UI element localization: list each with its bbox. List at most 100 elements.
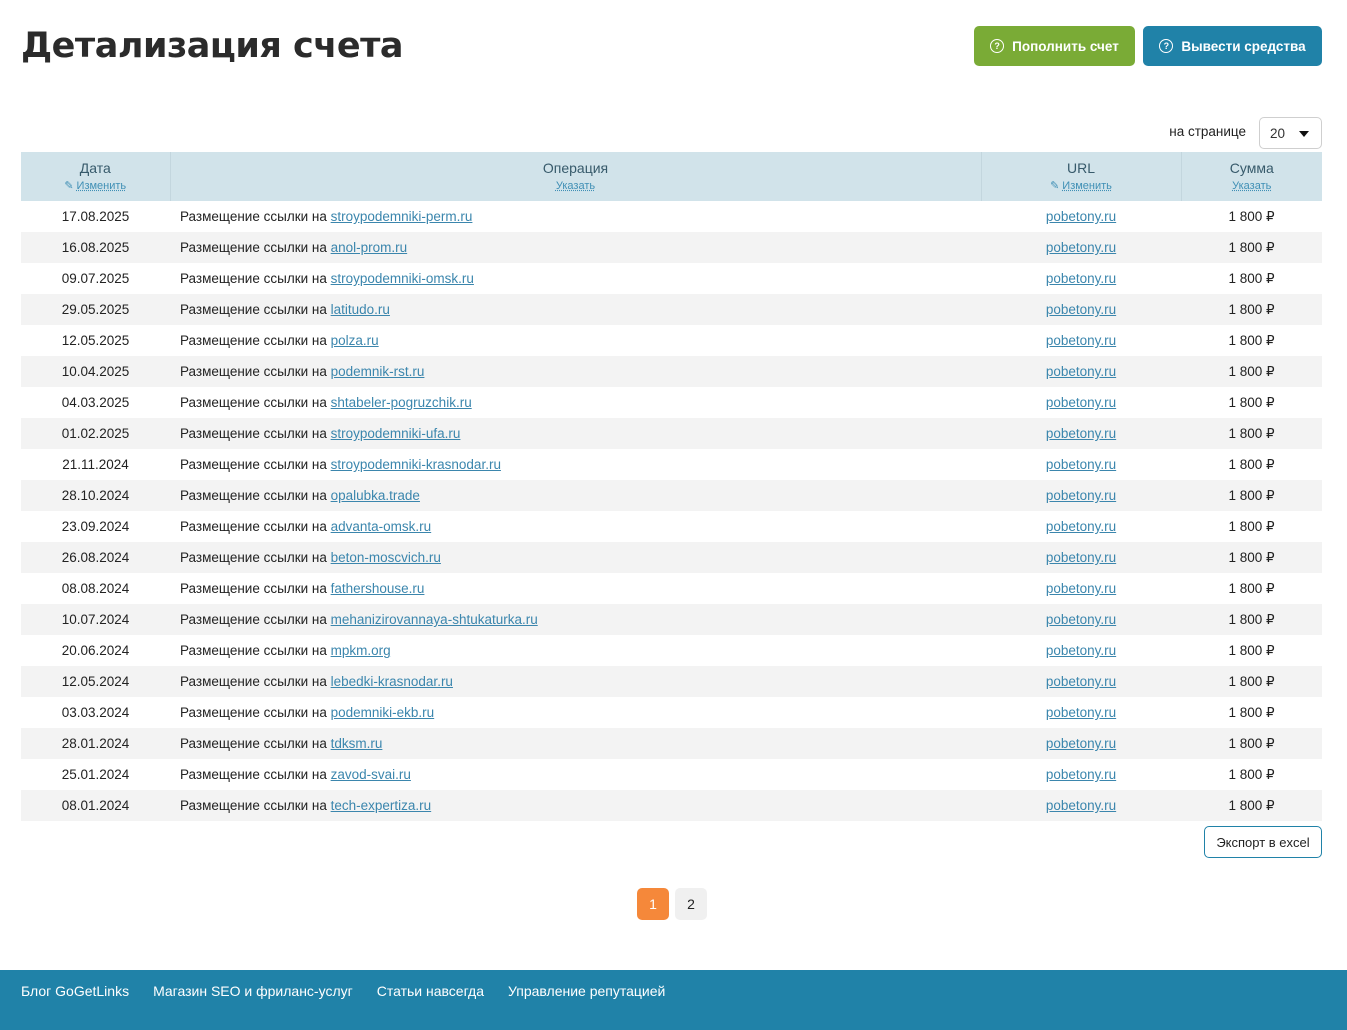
row-date: 25.01.2024 (61, 767, 130, 782)
row-url-link[interactable]: pobetony.ru (1046, 736, 1116, 751)
row-operation: Размещение ссылки на fathershouse.ru (170, 573, 981, 604)
row-url-link[interactable]: pobetony.ru (1046, 705, 1116, 720)
withdraw-button[interactable]: ? Вывести средства (1143, 26, 1322, 66)
operation-site-link[interactable]: mehanizirovannaya-shtukaturka.ru (331, 612, 538, 627)
row-date: 29.05.2025 (61, 302, 130, 317)
operation-site-link[interactable]: tdksm.ru (331, 736, 383, 751)
row-url-link[interactable]: pobetony.ru (1046, 612, 1116, 627)
row-url-link[interactable]: pobetony.ru (1046, 240, 1116, 255)
operation-site-link[interactable]: stroypodemniki-omsk.ru (331, 271, 474, 286)
operation-site-link[interactable]: mpkm.org (331, 643, 391, 658)
row-url: pobetony.ru (981, 542, 1181, 573)
operation-site-link[interactable]: podemnik-rst.ru (331, 364, 425, 379)
operation-site-link[interactable]: podemniki-ekb.ru (331, 705, 435, 720)
row-date: 17.08.2025 (61, 209, 130, 224)
row-sum: 1 800 ₽ (1228, 797, 1275, 813)
table-row: 04.03.2025 Размещение ссылки на shtabeler… (21, 387, 1322, 418)
operation-text: Размещение ссылки на (180, 488, 327, 503)
row-url-link[interactable]: pobetony.ru (1046, 798, 1116, 813)
row-url-link[interactable]: pobetony.ru (1046, 674, 1116, 689)
transactions-table: Дата ✎ Изменить Операция Указать URL ✎ Изм… (21, 152, 1322, 821)
url-filter-label: Изменить (1062, 179, 1112, 192)
operation-text: Размещение ссылки на (180, 519, 327, 534)
row-operation: Размещение ссылки на tdksm.ru (170, 728, 981, 759)
row-sum: 1 800 ₽ (1228, 580, 1275, 596)
page-button-2[interactable]: 2 (675, 888, 707, 920)
row-url-link[interactable]: pobetony.ru (1046, 643, 1116, 658)
operation-filter-link[interactable]: Указать (556, 180, 595, 192)
export-excel-button[interactable]: Экспорт в excel (1204, 826, 1322, 858)
operation-site-link[interactable]: beton-moscvich.ru (331, 550, 441, 565)
row-sum: 1 800 ₽ (1228, 642, 1275, 658)
operation-text: Размещение ссылки на (180, 395, 327, 410)
row-url-link[interactable]: pobetony.ru (1046, 209, 1116, 224)
operation-text: Размещение ссылки на (180, 550, 327, 565)
operation-site-link[interactable]: stroypodemniki-ufa.ru (331, 426, 461, 441)
operation-site-link[interactable]: zavod-svai.ru (331, 767, 411, 782)
table-row: 10.04.2025 Размещение ссылки на podemnik-… (21, 356, 1322, 387)
operation-site-link[interactable]: advanta-omsk.ru (331, 519, 432, 534)
row-url-link[interactable]: pobetony.ru (1046, 426, 1116, 441)
row-url: pobetony.ru (981, 790, 1181, 821)
row-url-link[interactable]: pobetony.ru (1046, 395, 1116, 410)
row-url: pobetony.ru (981, 418, 1181, 449)
row-url-link[interactable]: pobetony.ru (1046, 457, 1116, 472)
per-page-select[interactable]: 20 (1259, 117, 1322, 149)
row-date: 12.05.2025 (61, 333, 130, 348)
operation-site-link[interactable]: fathershouse.ru (331, 581, 425, 596)
topup-button[interactable]: ? Пополнить счет (974, 26, 1135, 66)
operation-site-link[interactable]: polza.ru (331, 333, 379, 348)
row-url-link[interactable]: pobetony.ru (1046, 302, 1116, 317)
row-url-link[interactable]: pobetony.ru (1046, 488, 1116, 503)
row-url-link[interactable]: pobetony.ru (1046, 333, 1116, 348)
row-url: pobetony.ru (981, 697, 1181, 728)
table-row: 03.03.2024 Размещение ссылки на podemniki… (21, 697, 1322, 728)
operation-site-link[interactable]: opalubka.trade (331, 488, 420, 503)
row-url: pobetony.ru (981, 325, 1181, 356)
sum-filter-link[interactable]: Указать (1232, 180, 1271, 192)
row-operation: Размещение ссылки на zavod-svai.ru (170, 759, 981, 790)
row-date: 10.04.2025 (61, 364, 130, 379)
url-filter-link[interactable]: ✎ Изменить (1050, 179, 1112, 192)
row-operation: Размещение ссылки на podemniki-ekb.ru (170, 697, 981, 728)
row-url-link[interactable]: pobetony.ru (1046, 519, 1116, 534)
row-date: 10.07.2024 (61, 612, 130, 627)
row-url: pobetony.ru (981, 759, 1181, 790)
row-sum: 1 800 ₽ (1228, 766, 1275, 782)
footer-link-reputation[interactable]: Управление репутацией (508, 983, 665, 999)
row-url-link[interactable]: pobetony.ru (1046, 364, 1116, 379)
row-url-link[interactable]: pobetony.ru (1046, 581, 1116, 596)
row-operation: Размещение ссылки на anol-prom.ru (170, 232, 981, 263)
table-row: 17.08.2025 Размещение ссылки на stroypode… (21, 201, 1322, 232)
row-date: 26.08.2024 (61, 550, 130, 565)
date-filter-link[interactable]: ✎ Изменить (64, 179, 126, 192)
row-date: 08.01.2024 (61, 798, 130, 813)
row-operation: Размещение ссылки на stroypodemniki-omsk… (170, 263, 981, 294)
operation-site-link[interactable]: stroypodemniki-perm.ru (331, 209, 473, 224)
row-url-link[interactable]: pobetony.ru (1046, 271, 1116, 286)
operation-site-link[interactable]: lebedki-krasnodar.ru (331, 674, 453, 689)
table-header-row: Дата ✎ Изменить Операция Указать URL ✎ Изм… (21, 152, 1322, 201)
operation-text: Размещение ссылки на (180, 581, 327, 596)
operation-site-link[interactable]: shtabeler-pogruzchik.ru (331, 395, 472, 410)
row-sum: 1 800 ₽ (1228, 301, 1275, 317)
column-header-sum: Сумма Указать (1180, 152, 1322, 201)
row-sum: 1 800 ₽ (1228, 394, 1275, 410)
table-row: 08.01.2024 Размещение ссылки на tech-expe… (21, 790, 1322, 821)
row-date: 16.08.2025 (61, 240, 130, 255)
footer-link-articles[interactable]: Статьи навсегда (377, 983, 484, 999)
operation-site-link[interactable]: anol-prom.ru (331, 240, 408, 255)
operation-site-link[interactable]: tech-expertiza.ru (331, 798, 432, 813)
question-circle-icon: ? (990, 39, 1005, 53)
topup-button-label: Пополнить счет (1012, 38, 1119, 54)
operation-site-link[interactable]: latitudo.ru (331, 302, 390, 317)
table-row: 20.06.2024 Размещение ссылки на mpkm.org p… (21, 635, 1322, 666)
footer-link-blog[interactable]: Блог GoGetLinks (21, 983, 129, 999)
operation-site-link[interactable]: stroypodemniki-krasnodar.ru (331, 457, 501, 472)
row-url-link[interactable]: pobetony.ru (1046, 767, 1116, 782)
row-url-link[interactable]: pobetony.ru (1046, 550, 1116, 565)
page-button-1[interactable]: 1 (637, 888, 669, 920)
footer-link-shop[interactable]: Магазин SEO и фриланс-услуг (153, 983, 353, 999)
question-circle-icon: ? (1159, 39, 1174, 53)
operation-text: Размещение ссылки на (180, 457, 327, 472)
